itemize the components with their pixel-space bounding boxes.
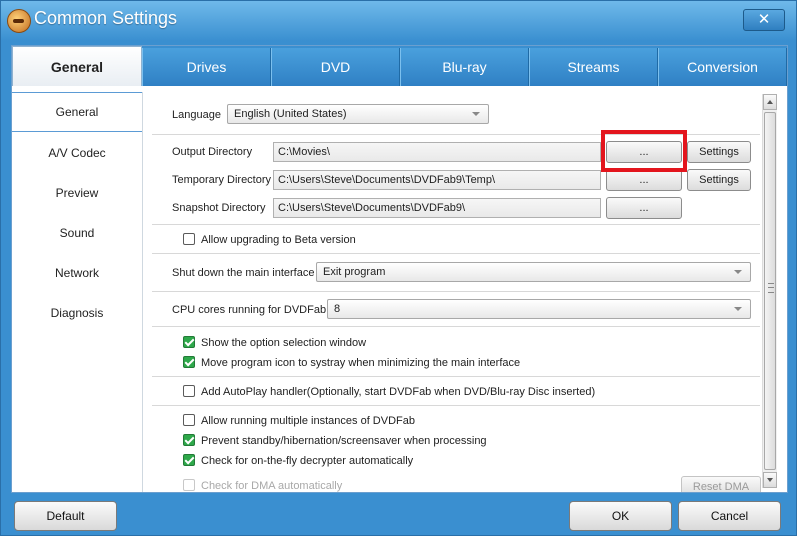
systray-label: Move program icon to systray when minimi… — [201, 357, 521, 369]
arrow-down-icon — [767, 478, 773, 482]
checkbox-checked-icon — [183, 454, 195, 467]
divider — [152, 253, 760, 254]
divider — [152, 291, 760, 292]
checkbox-icon — [183, 414, 195, 427]
reset-dma-button: Reset DMA — [681, 476, 761, 492]
checkbox-icon — [183, 233, 195, 246]
divider — [152, 326, 760, 327]
tab-bar: General Drives DVD Blu-ray Streams Conve… — [12, 46, 787, 86]
chevron-down-icon — [734, 307, 742, 311]
decrypter-label: Check for on-the-fly decrypter automatic… — [201, 455, 414, 467]
temporary-directory-browse-button[interactable]: ... — [606, 169, 682, 191]
title-bar[interactable]: Common Settings ✕ — [1, 1, 796, 39]
temporary-directory-label: Temporary Directory — [172, 174, 272, 186]
output-directory-settings-button[interactable]: Settings — [687, 141, 751, 163]
dvdfab-app-icon — [7, 9, 31, 33]
language-select[interactable]: English (United States) — [227, 104, 489, 124]
ok-button[interactable]: OK — [569, 501, 672, 531]
grip-icon — [768, 283, 774, 293]
cpu-cores-label: CPU cores running for DVDFab — [172, 304, 327, 316]
tab-blu-ray[interactable]: Blu-ray — [400, 48, 529, 86]
checkbox-icon — [183, 385, 195, 398]
temporary-directory-settings-button[interactable]: Settings — [687, 169, 751, 191]
chevron-down-icon — [472, 112, 480, 116]
cancel-button[interactable]: Cancel — [678, 501, 781, 531]
scroll-down-button[interactable] — [763, 472, 777, 488]
common-settings-window: Common Settings ✕ General Drives DVD Blu… — [0, 0, 797, 536]
language-label: Language — [172, 109, 221, 121]
divider — [152, 376, 760, 377]
tab-general[interactable]: General — [12, 46, 142, 86]
show-option-window-checkbox[interactable]: Show the option selection window — [183, 335, 366, 351]
snapshot-directory-label: Snapshot Directory — [172, 202, 266, 214]
autoplay-label: Add AutoPlay handler(Optionally, start D… — [201, 386, 596, 398]
sidebar-item-diagnosis[interactable]: Diagnosis — [12, 293, 142, 333]
settings-sidebar: General A/V Codec Preview Sound Network … — [12, 92, 143, 492]
shutdown-value: Exit program — [323, 266, 386, 278]
output-directory-label: Output Directory — [172, 146, 253, 158]
vertical-scrollbar[interactable] — [762, 94, 777, 488]
sidebar-item-preview[interactable]: Preview — [12, 173, 142, 213]
snapshot-directory-field[interactable]: C:\Users\Steve\Documents\DVDFab9\ — [273, 198, 601, 218]
autoplay-checkbox[interactable]: Add AutoPlay handler(Optionally, start D… — [183, 384, 595, 400]
tab-streams[interactable]: Streams — [529, 48, 658, 86]
prevent-standby-label: Prevent standby/hibernation/screensaver … — [201, 435, 487, 447]
sidebar-item-general[interactable]: General — [12, 92, 142, 132]
dma-checkbox: Check for DMA automatically — [183, 478, 342, 492]
dma-label: Check for DMA automatically — [201, 480, 343, 492]
checkbox-checked-icon — [183, 356, 195, 369]
checkbox-checked-icon — [183, 434, 195, 447]
close-button[interactable]: ✕ — [743, 9, 785, 31]
allow-beta-checkbox[interactable]: Allow upgrading to Beta version — [183, 232, 356, 248]
allow-beta-label: Allow upgrading to Beta version — [201, 234, 356, 246]
window-title: Common Settings — [34, 8, 178, 28]
multiple-instances-label: Allow running multiple instances of DVDF… — [201, 415, 415, 427]
shutdown-select[interactable]: Exit program — [316, 262, 751, 282]
cpu-cores-value: 8 — [334, 303, 341, 315]
sidebar-item-av-codec[interactable]: A/V Codec — [12, 133, 142, 173]
prevent-standby-checkbox[interactable]: Prevent standby/hibernation/screensaver … — [183, 433, 487, 449]
sidebar-item-network[interactable]: Network — [12, 253, 142, 293]
decrypter-checkbox[interactable]: Check for on-the-fly decrypter automatic… — [183, 453, 413, 469]
checkbox-icon — [183, 479, 195, 492]
show-option-window-label: Show the option selection window — [201, 337, 367, 349]
tab-dvd[interactable]: DVD — [271, 48, 400, 86]
temporary-directory-field[interactable]: C:\Users\Steve\Documents\DVDFab9\Temp\ — [273, 170, 601, 190]
cpu-cores-select[interactable]: 8 — [327, 299, 751, 319]
multiple-instances-checkbox[interactable]: Allow running multiple instances of DVDF… — [183, 413, 415, 429]
tab-conversion[interactable]: Conversion — [658, 48, 787, 86]
tab-drives[interactable]: Drives — [142, 48, 271, 86]
systray-checkbox[interactable]: Move program icon to systray when minimi… — [183, 355, 520, 371]
scroll-thumb[interactable] — [764, 112, 776, 470]
divider — [152, 405, 760, 406]
dialog-body: General Drives DVD Blu-ray Streams Conve… — [11, 45, 788, 493]
snapshot-directory-browse-button[interactable]: ... — [606, 197, 682, 219]
annotation-highlight-box — [601, 130, 687, 172]
default-button[interactable]: Default — [14, 501, 117, 531]
sidebar-item-sound[interactable]: Sound — [12, 213, 142, 253]
chevron-down-icon — [734, 270, 742, 274]
language-value: English (United States) — [234, 108, 347, 120]
scroll-up-button[interactable] — [763, 94, 777, 110]
divider — [152, 224, 760, 225]
shutdown-label: Shut down the main interface — [172, 267, 315, 279]
output-directory-field[interactable]: C:\Movies\ — [273, 142, 601, 162]
checkbox-checked-icon — [183, 336, 195, 349]
arrow-up-icon — [767, 100, 773, 104]
